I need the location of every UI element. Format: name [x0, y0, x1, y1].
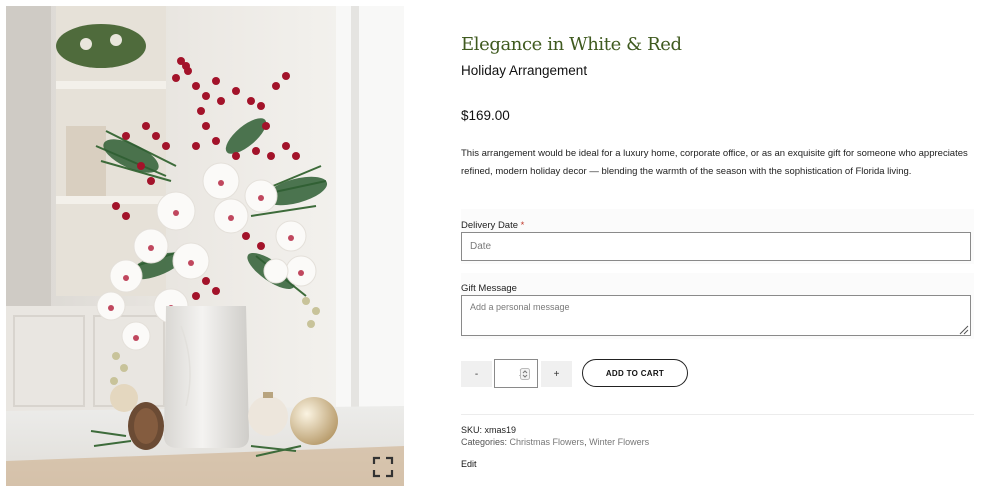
- product-subtitle: Holiday Arrangement: [461, 63, 588, 78]
- quantity-stepper[interactable]: 1: [494, 359, 538, 388]
- sku-value: xmas19: [484, 425, 517, 435]
- delivery-date-field: Delivery Date *: [461, 209, 974, 264]
- quantity-decrease-button[interactable]: -: [461, 361, 492, 387]
- edit-link[interactable]: Edit: [461, 459, 477, 469]
- spin-arrows-icon[interactable]: [520, 368, 530, 380]
- category-separator: ,: [584, 437, 587, 447]
- product-sku: SKU: xmas19: [461, 425, 516, 435]
- categories-label: Categories:: [461, 437, 508, 447]
- product-title: Elegance in White & Red: [461, 34, 682, 55]
- delivery-date-input[interactable]: [461, 232, 971, 261]
- product-photo: [6, 6, 404, 486]
- delivery-date-label: Delivery Date *: [461, 220, 525, 231]
- divider: [461, 414, 974, 415]
- product-categories: Categories: Christmas Flowers, Winter Fl…: [461, 437, 649, 447]
- add-to-cart-button[interactable]: ADD TO CART: [582, 359, 688, 387]
- product-price: $169.00: [461, 108, 510, 123]
- gift-message-textarea[interactable]: [461, 295, 971, 336]
- required-asterisk: *: [520, 220, 525, 231]
- gift-message-field: Gift Message: [461, 273, 974, 339]
- sku-label: SKU:: [461, 425, 483, 435]
- product-image[interactable]: [6, 6, 404, 486]
- product-description: This arrangement would be ideal for a lu…: [461, 148, 968, 177]
- category-link-christmas-flowers[interactable]: Christmas Flowers: [510, 437, 585, 447]
- category-link-winter-flowers[interactable]: Winter Flowers: [589, 437, 649, 447]
- gift-message-label: Gift Message: [461, 283, 517, 294]
- add-to-cart-row: - 1 + ADD TO CART: [461, 358, 974, 388]
- quantity-increase-button[interactable]: +: [541, 361, 572, 387]
- zoom-expand-icon[interactable]: [372, 456, 394, 478]
